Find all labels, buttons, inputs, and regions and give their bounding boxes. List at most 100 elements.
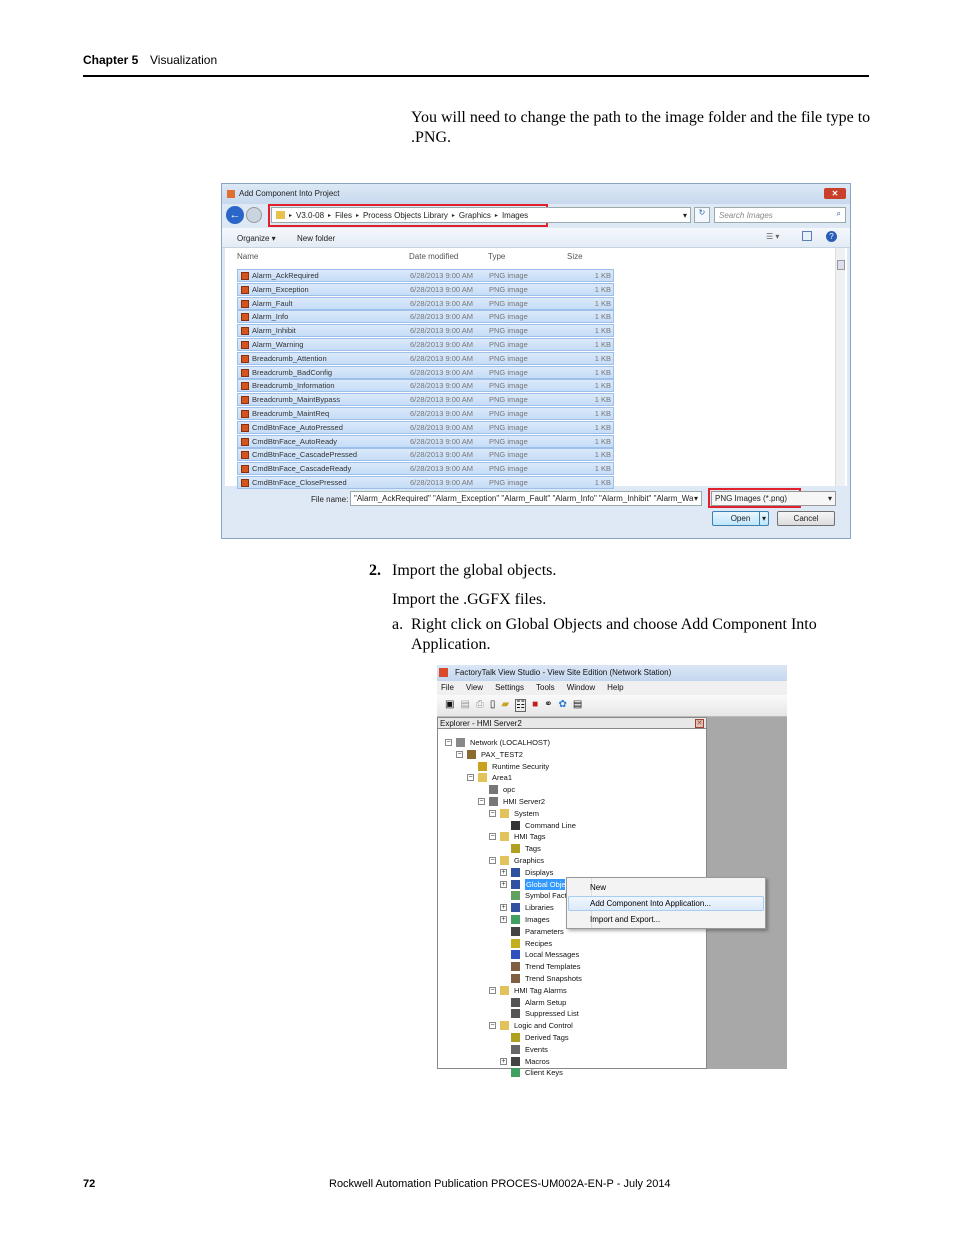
tree-item[interactable]: Events (525, 1044, 548, 1055)
tree-item[interactable]: HMI Server2 (503, 796, 545, 807)
expand-icon[interactable]: + (500, 1057, 507, 1065)
stop-icon[interactable]: ■ (532, 699, 538, 712)
tree-item[interactable]: HMI Tags (514, 831, 546, 842)
tree-item[interactable]: Parameters (525, 926, 564, 937)
tree-item[interactable]: Derived Tags (525, 1032, 569, 1043)
menu-settings[interactable]: Settings (495, 683, 524, 693)
column-date-modified[interactable]: Date modified (409, 252, 458, 261)
close-icon[interactable]: ✕ (695, 719, 704, 728)
tree-item[interactable]: Area1 (492, 772, 512, 783)
expand-icon[interactable]: + (500, 880, 507, 888)
open-dropdown-icon[interactable]: ▾ (759, 512, 768, 525)
collapse-icon[interactable]: − (489, 833, 496, 841)
tree-item[interactable]: Alarm Setup (525, 997, 566, 1008)
breadcrumb-item[interactable]: Graphics (459, 211, 491, 220)
tree-item[interactable]: Global Objects (525, 878, 565, 890)
tree-item[interactable]: Recipes (525, 938, 552, 949)
file-row[interactable]: Alarm_Warning 6/28/2013 9:00 AM PNG image 1… (237, 338, 614, 351)
expand-icon[interactable]: + (500, 868, 507, 876)
file-row[interactable]: Alarm_Exception 6/28/2013 9:00 AM PNG imag… (237, 282, 614, 296)
menu-help[interactable]: Help (607, 683, 623, 693)
tree-item[interactable]: Tags (525, 843, 541, 854)
refresh-button[interactable]: ↻ (694, 207, 710, 223)
open-icon[interactable]: ▰ (501, 699, 509, 712)
file-row[interactable]: CmdBtnFace_CascadeReady 6/28/2013 9:00 AM… (237, 462, 614, 476)
print-icon[interactable]: ⎙ (476, 699, 484, 712)
menu-tools[interactable]: Tools (536, 683, 555, 693)
file-row[interactable]: Alarm_Inhibit 6/28/2013 9:00 AM PNG image 1… (237, 324, 614, 338)
tree-item[interactable]: Local Messages (525, 949, 579, 960)
tree-item[interactable]: Trend Templates (525, 961, 580, 972)
tree-item[interactable]: Runtime Security (492, 761, 549, 772)
menu-view[interactable]: View (466, 683, 483, 693)
menu-item-import-export[interactable]: Import and Export... (590, 915, 660, 924)
breadcrumb-arrow-icon[interactable]: ▸ (495, 212, 498, 219)
collapse-icon[interactable]: − (478, 798, 485, 805)
file-row[interactable]: CmdBtnFace_CascadePressed 6/28/2013 9:00 … (237, 448, 614, 462)
tree-item[interactable]: Libraries (525, 902, 554, 913)
new-folder-button[interactable]: New folder (297, 234, 335, 243)
tree-item[interactable]: Logic and Control (514, 1020, 573, 1031)
menu-file[interactable]: File (441, 683, 454, 693)
menu-item-new[interactable]: New (590, 883, 606, 892)
file-row[interactable]: CmdBtnFace_ClosePressed 6/28/2013 9:00 AM… (237, 476, 614, 489)
organize-button[interactable]: Organize ▾ (237, 234, 276, 243)
scrollbar-thumb[interactable] (837, 260, 845, 270)
tree-item[interactable]: Displays (525, 867, 553, 878)
explorer-icon[interactable]: ☷ (515, 699, 527, 712)
menu-window[interactable]: Window (567, 683, 595, 693)
collapse-icon[interactable]: − (456, 750, 463, 758)
collapse-icon[interactable]: − (445, 739, 452, 746)
scrollbar[interactable] (835, 248, 845, 486)
save-icon[interactable]: ▤ (460, 699, 469, 712)
run-icon[interactable]: ▣ (445, 699, 454, 712)
collapse-icon[interactable]: − (467, 774, 474, 782)
address-bar[interactable]: ▸ V3.0-08 ▸ Files ▸ Process Objects Library ▸ G… (271, 207, 691, 223)
breadcrumb-arrow-icon[interactable]: ▸ (452, 212, 455, 219)
file-row[interactable]: CmdBtnFace_AutoReady 6/28/2013 9:00 AM PNG… (237, 434, 614, 448)
breadcrumb-arrow-icon[interactable]: ▸ (356, 212, 359, 219)
tree-item[interactable]: Macros (525, 1056, 550, 1067)
breadcrumb-item[interactable]: Images (502, 211, 528, 220)
file-type-select[interactable]: PNG Images (*.png) ▾ (711, 491, 836, 506)
breadcrumb-item[interactable]: Files (335, 211, 352, 220)
breadcrumb-arrow-icon[interactable]: ▸ (289, 212, 292, 219)
help-icon[interactable]: ? (826, 231, 837, 242)
expand-icon[interactable]: + (500, 916, 507, 923)
collapse-icon[interactable]: − (489, 1022, 496, 1030)
cancel-button[interactable]: Cancel (777, 511, 835, 526)
file-name-input[interactable]: "Alarm_AckRequired" "Alarm_Exception" "A… (350, 491, 702, 506)
view-options-icon[interactable]: ☰ ▾ (766, 232, 779, 241)
tree-item[interactable]: Client Keys (525, 1067, 563, 1078)
tree-item[interactable]: Graphics (514, 855, 544, 866)
tree-item[interactable]: Network (LOCALHOST) (470, 737, 550, 748)
tree-item[interactable]: Command Line (525, 820, 576, 831)
search-input[interactable]: Search Images ⌕ (714, 207, 846, 223)
file-row[interactable]: Breadcrumb_MaintBypass 6/28/2013 9:00 AM P… (237, 393, 614, 407)
file-row[interactable]: Breadcrumb_Attention 6/28/2013 9:00 AM PNG… (237, 351, 614, 365)
new-icon[interactable]: ▯ (490, 699, 496, 712)
binoculars-icon[interactable]: ⚭ (544, 699, 552, 712)
breadcrumb-item[interactable]: Process Objects Library (363, 211, 448, 220)
breadcrumb-arrow-icon[interactable]: ▸ (328, 212, 331, 219)
file-row[interactable]: Breadcrumb_BadConfig 6/28/2013 9:00 AM PNG… (237, 365, 614, 379)
tree-item[interactable]: opc (503, 784, 515, 795)
expand-icon[interactable]: + (500, 904, 507, 912)
tree-item[interactable]: HMI Tag Alarms (514, 985, 567, 996)
chevron-down-icon[interactable]: ▾ (683, 211, 687, 220)
collapse-icon[interactable]: − (489, 809, 496, 817)
tree-item[interactable]: PAX_TEST2 (481, 749, 523, 760)
file-row[interactable]: CmdBtnFace_AutoPressed 6/28/2013 9:00 AM P… (237, 420, 614, 434)
collapse-icon[interactable]: − (489, 986, 496, 994)
tree-item[interactable]: Images (525, 914, 550, 925)
window-icon[interactable]: ▤ (573, 699, 582, 712)
collapse-icon[interactable]: − (489, 857, 496, 864)
preview-pane-icon[interactable] (802, 231, 812, 241)
breadcrumb-item[interactable]: V3.0-08 (296, 211, 324, 220)
refresh-icon[interactable]: ✿ (559, 699, 567, 712)
tree-item[interactable]: Suppressed List (525, 1008, 579, 1019)
file-row[interactable]: Alarm_Info 6/28/2013 9:00 AM PNG image 1 KB (237, 310, 614, 324)
menu-item-add-component[interactable]: Add Component Into Application... (568, 896, 764, 911)
close-button[interactable]: ✕ (824, 188, 846, 199)
file-row[interactable]: Breadcrumb_Information 6/28/2013 9:00 AM P… (237, 379, 614, 393)
